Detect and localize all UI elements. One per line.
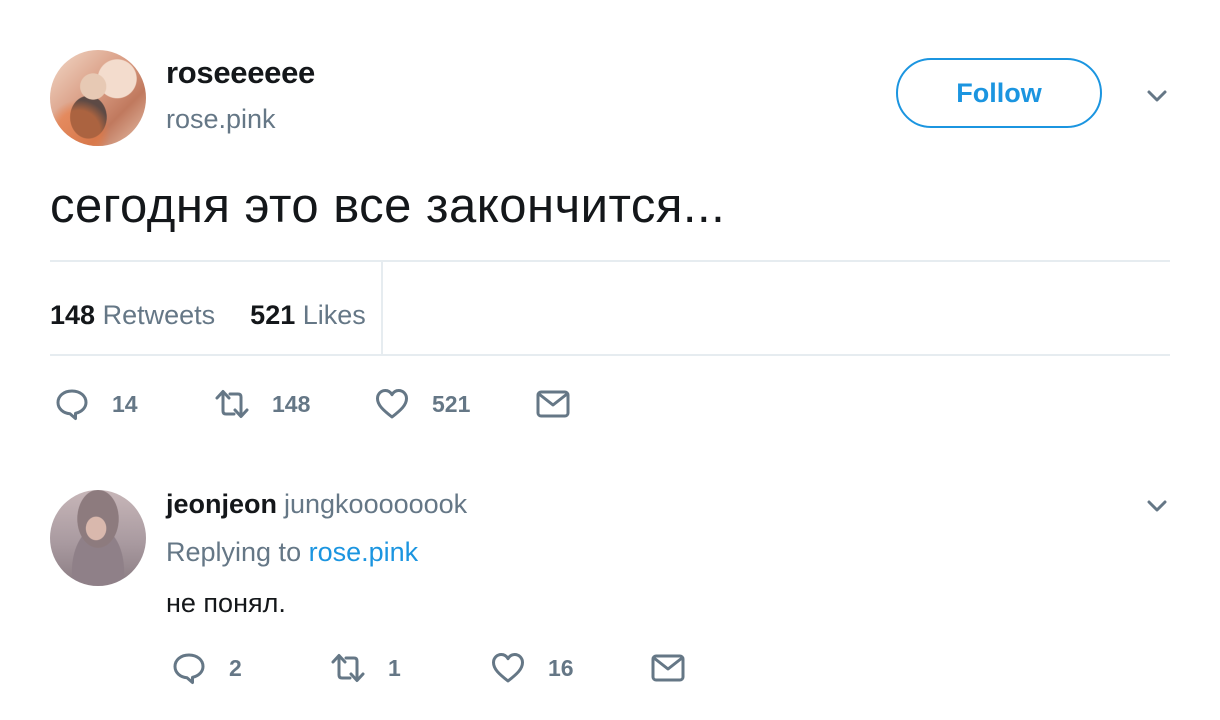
- like-button[interactable]: 521: [374, 386, 470, 422]
- like-count: 16: [548, 654, 574, 681]
- chevron-down-icon[interactable]: [1145, 84, 1169, 108]
- divider: [50, 260, 1170, 262]
- heart-icon: [492, 653, 524, 683]
- retweet-icon: [331, 654, 365, 682]
- tweet-text: сегодня это все закончится...: [50, 179, 726, 233]
- reply-count: 14: [112, 390, 138, 417]
- envelope-icon: [536, 390, 570, 418]
- chevron-down-icon[interactable]: [1145, 494, 1169, 518]
- likes-label[interactable]: Likes: [303, 300, 366, 330]
- stats-divider: [381, 262, 383, 354]
- author-handle[interactable]: rose.pink: [166, 104, 276, 135]
- replying-to-prefix: Replying to: [166, 537, 302, 567]
- reply-text: не понял.: [166, 588, 286, 618]
- reply-author-name[interactable]: jeonjeon: [166, 489, 277, 520]
- like-count: 521: [432, 390, 471, 417]
- retweet-button[interactable]: 1: [330, 650, 401, 686]
- retweets-label[interactable]: Retweets: [103, 300, 216, 330]
- reply-count: 2: [229, 654, 242, 681]
- reply-author-avatar[interactable]: [50, 490, 146, 586]
- likes-count[interactable]: 521: [250, 300, 295, 330]
- tweet-stats: 148 Retweets 521 Likes: [50, 300, 366, 331]
- retweets-count[interactable]: 148: [50, 300, 95, 330]
- direct-message-button[interactable]: [650, 650, 686, 686]
- envelope-icon: [651, 654, 685, 682]
- divider: [50, 354, 1170, 356]
- retweet-count: 148: [272, 390, 311, 417]
- follow-button[interactable]: Follow: [896, 58, 1102, 128]
- retweet-count: 1: [388, 654, 401, 681]
- reply-icon: [56, 389, 88, 420]
- direct-message-button[interactable]: [535, 386, 571, 422]
- reply-icon: [173, 653, 205, 684]
- reply-author-handle[interactable]: jungkoooooook: [284, 489, 467, 520]
- heart-icon: [376, 389, 408, 419]
- retweet-button[interactable]: 148: [214, 386, 310, 422]
- reply-button[interactable]: 14: [54, 386, 138, 422]
- replying-to: Replying to rose.pink: [166, 537, 418, 568]
- author-avatar[interactable]: [50, 50, 146, 146]
- reply-button[interactable]: 2: [171, 650, 242, 686]
- author-name[interactable]: roseeeeee: [166, 55, 315, 91]
- like-button[interactable]: 16: [490, 650, 574, 686]
- retweet-icon: [215, 390, 249, 418]
- replying-to-link[interactable]: rose.pink: [309, 537, 419, 567]
